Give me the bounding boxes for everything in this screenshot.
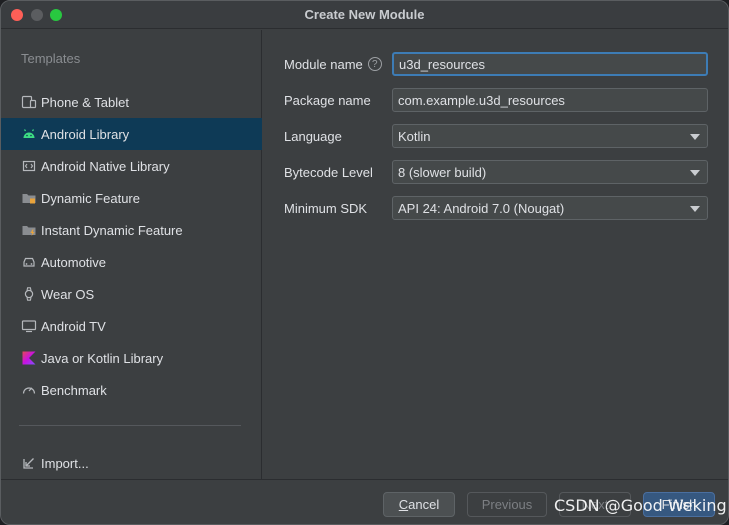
- template-label: Android Native Library: [41, 158, 170, 174]
- minimum-sdk-label: Minimum SDK: [284, 200, 368, 216]
- template-label: Dynamic Feature: [41, 190, 140, 206]
- kotlin-icon: [21, 350, 37, 366]
- csdn-watermark: CSDN @Good Weking: [554, 496, 727, 515]
- previous-button[interactable]: Previous: [467, 492, 547, 517]
- template-label: Wear OS: [41, 286, 95, 302]
- module-name-row: Module name ? u3d_resources: [284, 51, 714, 77]
- create-new-module-dialog: Create New Module Templates Phone & Tabl…: [0, 0, 729, 525]
- title-bar: Create New Module: [1, 1, 728, 29]
- instant-feature-folder-icon: [21, 222, 37, 238]
- cancel-button[interactable]: Cancel: [383, 492, 455, 517]
- template-label: Phone & Tablet: [41, 94, 129, 110]
- native-library-icon: [21, 158, 37, 174]
- template-label: Benchmark: [41, 382, 107, 398]
- templates-heading: Templates: [21, 51, 81, 66]
- car-icon: [21, 254, 37, 270]
- watch-icon: [21, 286, 37, 302]
- help-icon[interactable]: ?: [367, 57, 382, 71]
- template-label: Android TV: [41, 318, 106, 334]
- template-phone-tablet[interactable]: Phone & Tablet: [1, 86, 262, 118]
- bytecode-level-value: 8 (slower build): [398, 164, 487, 180]
- module-name-input[interactable]: u3d_resources: [392, 52, 708, 76]
- import-arrow-icon: [21, 455, 37, 471]
- package-name-input[interactable]: com.example.u3d_resources: [392, 88, 708, 112]
- template-android-tv[interactable]: Android TV: [1, 310, 262, 342]
- bytecode-level-label: Bytecode Level: [284, 164, 373, 180]
- chevron-down-icon: [690, 170, 700, 176]
- template-dynamic-feature[interactable]: Dynamic Feature: [1, 182, 262, 214]
- chevron-down-icon: [690, 206, 700, 212]
- language-select[interactable]: Kotlin: [392, 124, 708, 148]
- gauge-icon: [21, 382, 37, 398]
- language-row: Language Kotlin: [284, 123, 714, 149]
- minimum-sdk-row: Minimum SDK API 24: Android 7.0 (Nougat): [284, 195, 714, 221]
- import-module-button[interactable]: Import...: [1, 447, 262, 479]
- template-label: Instant Dynamic Feature: [41, 222, 183, 238]
- template-java-kotlin-library[interactable]: Java or Kotlin Library: [1, 342, 262, 374]
- templates-sidebar: Templates Phone & Tablet Android Library…: [1, 30, 262, 479]
- bytecode-level-row: Bytecode Level 8 (slower build): [284, 159, 714, 185]
- android-icon: [21, 126, 37, 142]
- template-label: Java or Kotlin Library: [41, 350, 164, 366]
- language-label: Language: [284, 128, 342, 144]
- template-android-library[interactable]: Android Library: [1, 118, 262, 150]
- import-label: Import...: [41, 455, 89, 471]
- template-android-native-library[interactable]: Android Native Library: [1, 150, 262, 182]
- module-configuration-form: Module name ? u3d_resources Package name…: [263, 30, 728, 479]
- tv-icon: [21, 318, 37, 334]
- phone-tablet-icon: [21, 94, 37, 110]
- cancel-label: ancel: [408, 497, 440, 512]
- window-title: Create New Module: [304, 7, 425, 22]
- template-wear-os[interactable]: Wear OS: [1, 278, 262, 310]
- package-name-row: Package name com.example.u3d_resources: [284, 87, 714, 113]
- minimum-sdk-select[interactable]: API 24: Android 7.0 (Nougat): [392, 196, 708, 220]
- sidebar-divider: [19, 425, 241, 426]
- minimum-sdk-value: API 24: Android 7.0 (Nougat): [398, 200, 565, 216]
- template-label: Automotive: [41, 254, 107, 270]
- module-name-label: Module name ?: [284, 57, 392, 72]
- bytecode-level-select[interactable]: 8 (slower build): [392, 160, 708, 184]
- template-label: Android Library: [41, 126, 130, 142]
- cancel-mnemonic: C: [398, 497, 409, 512]
- language-value: Kotlin: [398, 128, 431, 144]
- template-instant-dynamic-feature[interactable]: Instant Dynamic Feature: [1, 214, 262, 246]
- template-automotive[interactable]: Automotive: [1, 246, 262, 278]
- chevron-down-icon: [690, 134, 700, 140]
- dynamic-feature-folder-icon: [21, 190, 37, 206]
- package-name-label: Package name: [284, 92, 371, 108]
- template-benchmark[interactable]: Benchmark: [1, 374, 262, 406]
